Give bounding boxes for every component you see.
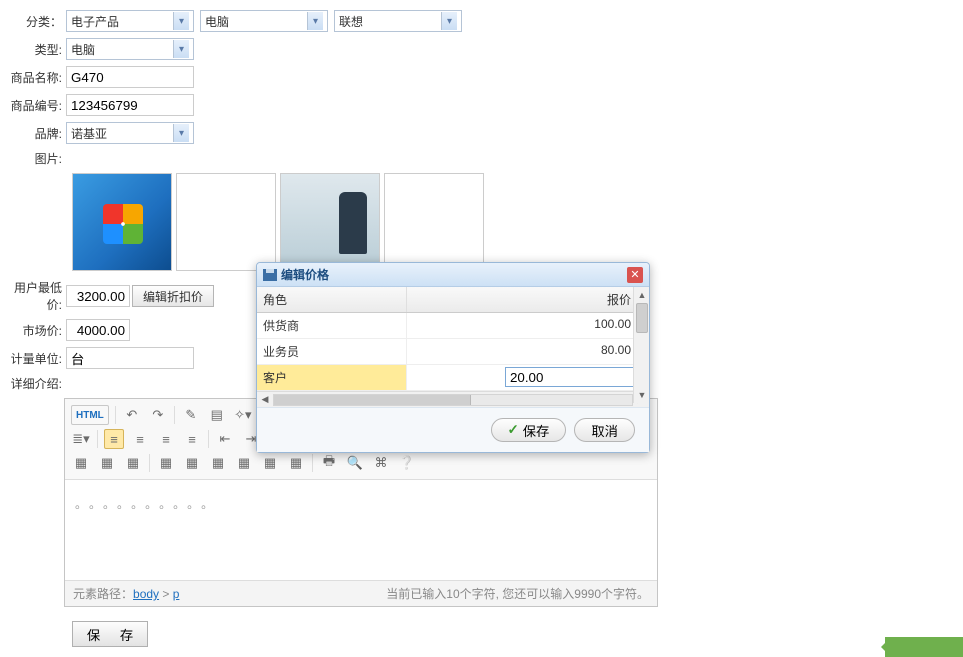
grid-row[interactable]: 业务员 80.00 xyxy=(257,339,649,365)
scroll-up-icon[interactable]: ▲ xyxy=(634,287,650,303)
align-right-icon[interactable]: ≡ xyxy=(156,429,176,449)
editor-content[interactable]: 。。。。。。。。。。 xyxy=(65,480,657,580)
edit-price-dialog: 编辑价格 ✕ 角色 报价 供货商 100.00 业务员 80.00 客户 ▲ xyxy=(256,262,650,453)
unit-label: 计量单位: xyxy=(0,350,66,367)
price-edit-input[interactable] xyxy=(505,367,645,387)
category-label: 分类： xyxy=(0,13,66,30)
user-low-input[interactable] xyxy=(66,285,130,307)
eraser-icon[interactable]: ✎ xyxy=(181,405,201,425)
category1-select[interactable]: 电子产品 ▾ xyxy=(66,10,194,32)
market-label: 市场价: xyxy=(0,322,66,339)
char-counter: 当前已输入10个字符, 您还可以输入9990个字符。 xyxy=(386,585,649,602)
product-image-2[interactable] xyxy=(176,173,276,271)
col-left-icon[interactable]: ▦ xyxy=(208,453,228,473)
name-label: 商品名称: xyxy=(0,69,66,86)
dialog-save-label: 保存 xyxy=(523,421,550,440)
cell-price: 80.00 xyxy=(407,339,649,364)
code-label: 商品编号: xyxy=(0,97,66,114)
product-image-3[interactable] xyxy=(280,173,380,271)
row-below-icon[interactable]: ▦ xyxy=(286,453,306,473)
brand-label: 品牌: xyxy=(0,125,66,142)
path-body-link[interactable]: body xyxy=(133,587,159,601)
code-input[interactable] xyxy=(66,94,194,116)
align-center-icon[interactable]: ≡ xyxy=(130,429,150,449)
bottom-widget[interactable] xyxy=(885,637,963,657)
wand-icon[interactable]: ✧▾ xyxy=(233,405,253,425)
type-select[interactable]: 电脑 ▾ xyxy=(66,38,194,60)
category3-value: 联想 xyxy=(339,13,363,30)
dialog-save-button[interactable]: ✓保存 xyxy=(491,418,567,442)
cell-role: 客户 xyxy=(257,365,407,390)
market-input[interactable] xyxy=(66,319,130,341)
category2-select[interactable]: 电脑 ▾ xyxy=(200,10,328,32)
grid-row[interactable]: 供货商 100.00 xyxy=(257,313,649,339)
horizontal-scrollbar[interactable]: ◀ ▶ xyxy=(257,391,649,407)
product-image-4[interactable] xyxy=(384,173,484,271)
chevron-down-icon: ▾ xyxy=(307,12,323,30)
scroll-down-icon[interactable]: ▼ xyxy=(634,387,650,403)
save-disk-icon xyxy=(263,269,277,281)
page-icon[interactable]: ▤ xyxy=(207,405,227,425)
col-role-header[interactable]: 角色 xyxy=(257,287,407,312)
insert-row-icon[interactable]: ▦ xyxy=(97,453,117,473)
delete-row-icon[interactable]: ▦ xyxy=(123,453,143,473)
name-input[interactable] xyxy=(66,66,194,88)
split-cells-icon[interactable]: ▦ xyxy=(182,453,202,473)
search-icon[interactable]: 🔍 xyxy=(345,453,365,473)
align-left-icon[interactable]: ≡ xyxy=(104,429,124,449)
brand-select[interactable]: 诺基亚 ▾ xyxy=(66,122,194,144)
html-source-button[interactable]: HTML xyxy=(71,405,109,425)
align-justify-icon[interactable]: ≡ xyxy=(182,429,202,449)
element-path: 元素路径：body > p xyxy=(73,585,179,602)
detail-label: 详细介绍: xyxy=(0,375,66,392)
grid-row-editing[interactable]: 客户 xyxy=(257,365,649,391)
col-right-icon[interactable]: ▦ xyxy=(234,453,254,473)
close-icon[interactable]: ✕ xyxy=(627,267,643,283)
category3-select[interactable]: 联想 ▾ xyxy=(334,10,462,32)
bullet-list-icon[interactable]: ≣▾ xyxy=(71,429,91,449)
row-above-icon[interactable]: ▦ xyxy=(260,453,280,473)
merge-cells-icon[interactable]: ▦ xyxy=(156,453,176,473)
hscroll-thumb[interactable] xyxy=(274,395,471,405)
unit-input[interactable] xyxy=(66,347,194,369)
type-label: 类型: xyxy=(0,41,66,58)
scroll-thumb[interactable] xyxy=(636,303,648,333)
check-icon: ✓ xyxy=(508,422,519,438)
help-icon[interactable]: ❔ xyxy=(397,453,417,473)
print-icon[interactable]: 🖶 xyxy=(319,453,339,473)
undo-icon[interactable]: ↶ xyxy=(122,405,142,425)
dialog-cancel-button[interactable]: 取消 xyxy=(574,418,635,442)
cell-role: 业务员 xyxy=(257,339,407,364)
category2-value: 电脑 xyxy=(205,13,229,30)
vertical-scrollbar[interactable]: ▲ ▼ xyxy=(633,287,649,403)
col-price-header[interactable]: 报价 xyxy=(407,287,649,312)
cell-role: 供货商 xyxy=(257,313,407,338)
dialog-title: 编辑价格 xyxy=(281,266,329,283)
cell-price: 100.00 xyxy=(407,313,649,338)
category1-value: 电子产品 xyxy=(71,13,119,30)
user-low-label: 用户最低价: xyxy=(0,279,66,313)
table-icon[interactable]: ▦ xyxy=(71,453,91,473)
chevron-down-icon: ▾ xyxy=(173,12,189,30)
price-grid: 角色 报价 供货商 100.00 业务员 80.00 客户 ▲ ▼ ◀ xyxy=(257,287,649,407)
edit-discount-button[interactable]: 编辑折扣价 xyxy=(132,285,214,307)
chevron-down-icon: ▾ xyxy=(173,124,189,142)
redo-icon[interactable]: ↷ xyxy=(148,405,168,425)
image-label: 图片: xyxy=(0,150,66,167)
chevron-down-icon: ▾ xyxy=(441,12,457,30)
code-icon[interactable]: ⌘ xyxy=(371,453,391,473)
save-button[interactable]: 保 存 xyxy=(72,621,148,647)
path-p-link[interactable]: p xyxy=(173,587,180,601)
scroll-left-icon[interactable]: ◀ xyxy=(257,394,273,405)
product-image-1[interactable] xyxy=(72,173,172,271)
outdent-icon[interactable]: ⇤ xyxy=(215,429,235,449)
brand-value: 诺基亚 xyxy=(71,125,107,142)
type-value: 电脑 xyxy=(71,41,95,58)
chevron-down-icon: ▾ xyxy=(173,40,189,58)
